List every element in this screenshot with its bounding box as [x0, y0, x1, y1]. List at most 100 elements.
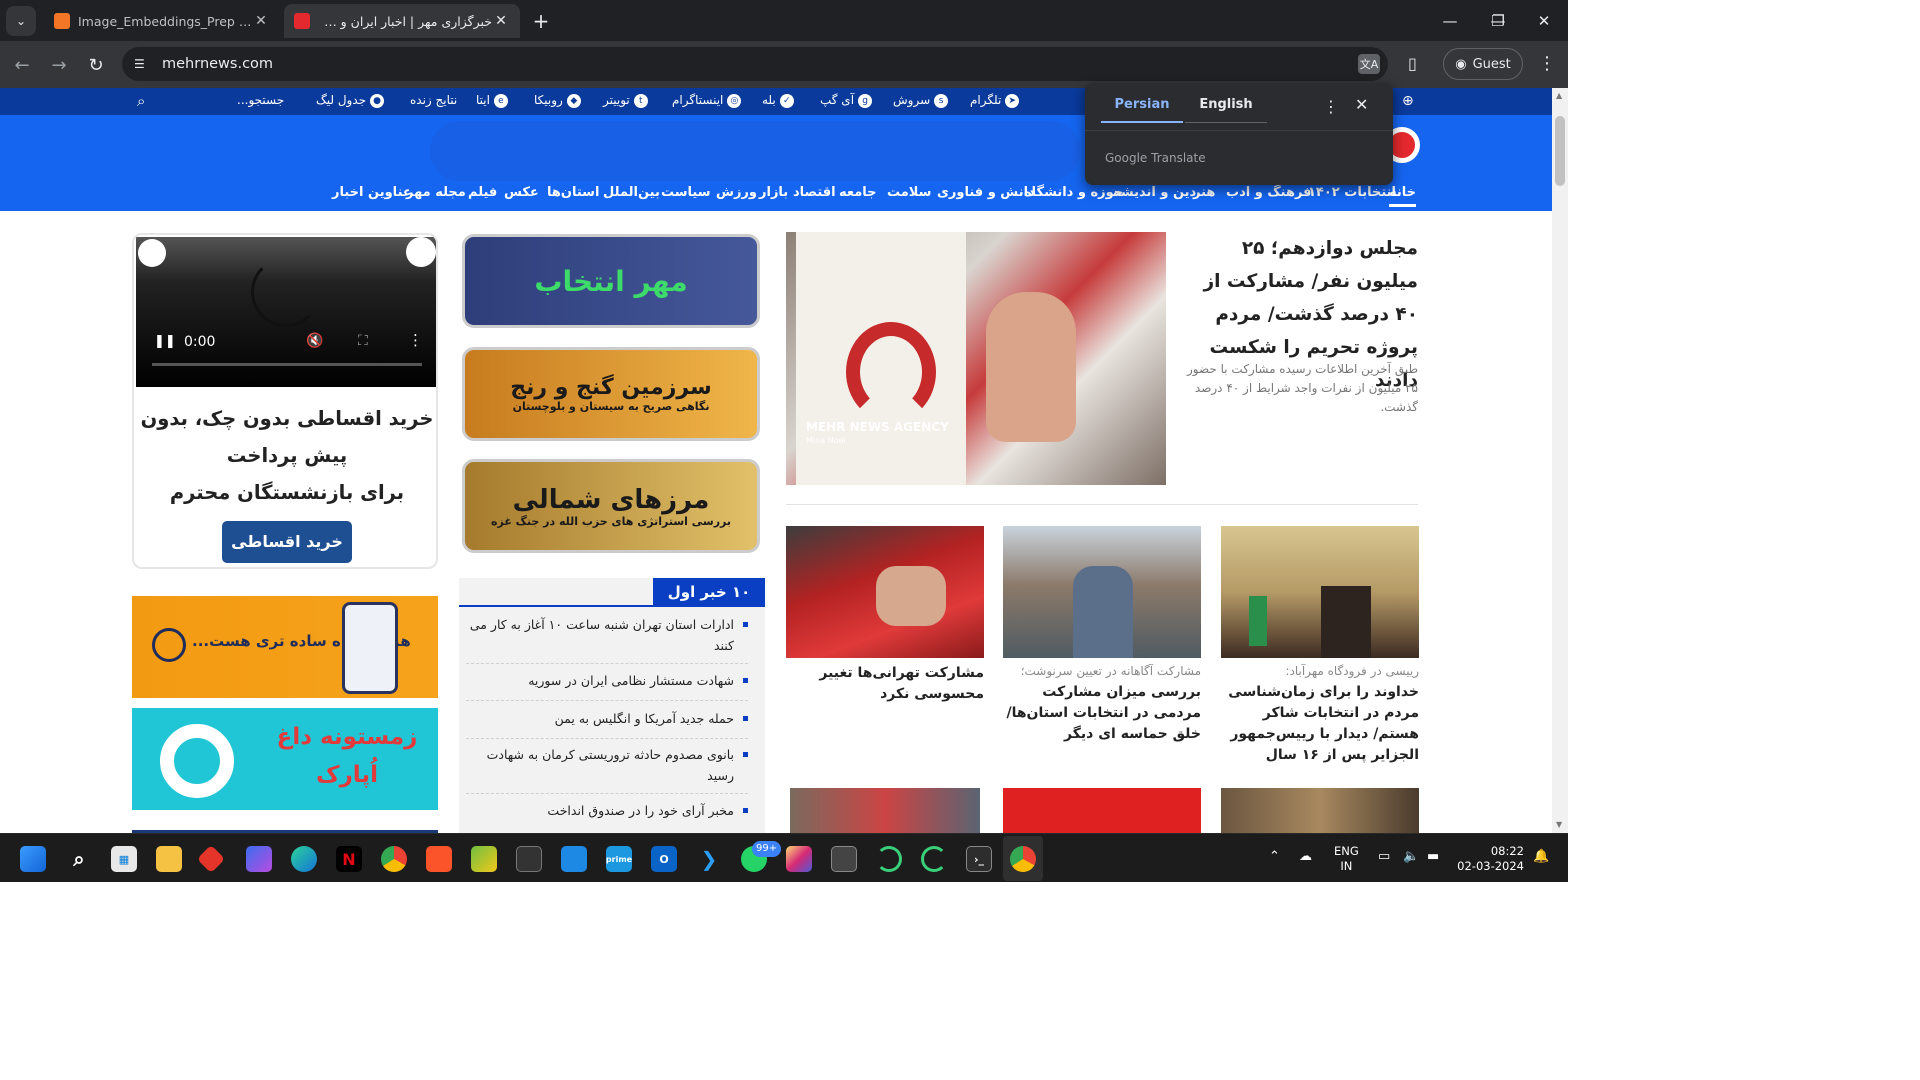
nav-item[interactable]: اقتصاد [793, 185, 836, 200]
more-options-icon[interactable]: ⋮ [1323, 97, 1339, 116]
nav-item[interactable]: عناوین اخبار [332, 185, 412, 200]
news-card-image[interactable] [1221, 526, 1419, 658]
top-news-item[interactable]: بانوی مصدوم حادثه تروریستی کرمان به شهاد… [466, 744, 748, 786]
pause-icon[interactable]: ❚❚ [154, 334, 176, 349]
language-tab-english[interactable]: English [1185, 97, 1267, 123]
nav-item[interactable]: عکس [504, 185, 539, 200]
video-ad[interactable]: ❚❚ 0:00 🔇 ⛶ ⋮ خرید اقساطی بدون چک، بدون … [132, 233, 438, 569]
app-icon[interactable] [561, 846, 587, 872]
app-icon[interactable] [196, 844, 226, 874]
news-thumbnail[interactable] [790, 788, 980, 833]
close-icon[interactable]: ✕ [1355, 95, 1368, 114]
network-icon[interactable]: ▭ [1378, 849, 1390, 864]
news-thumbnail[interactable] [1003, 788, 1201, 833]
social-igap[interactable]: gآی گپ [820, 93, 873, 108]
forward-button[interactable]: → [45, 51, 73, 79]
start-icon[interactable] [20, 846, 46, 872]
nav-item[interactable]: بازار [759, 185, 788, 200]
search-icon[interactable]: ⌕ [137, 92, 145, 110]
nav-item-home[interactable]: خانه [1389, 185, 1417, 207]
globe-icon[interactable]: ⊕ [1402, 93, 1414, 109]
nav-item[interactable]: بین‌الملل [603, 185, 660, 200]
side-panel-icon[interactable]: ▯ [1408, 54, 1417, 73]
instagram-icon[interactable] [786, 846, 812, 872]
news-card-image[interactable] [786, 526, 984, 658]
app-icon[interactable] [921, 846, 947, 872]
social-telegram[interactable]: ➤تلگرام [970, 93, 1020, 108]
site-info-icon[interactable]: ☰ [134, 57, 150, 71]
outlook-icon[interactable]: O [651, 846, 677, 872]
url-text[interactable]: mehrnews.com [162, 56, 273, 72]
nav-item[interactable]: دین و اندیشه [1113, 185, 1196, 200]
language-indicator[interactable]: ENG IN [1334, 844, 1359, 874]
installment-buy-button[interactable]: خرید اقساطی [222, 521, 352, 563]
chrome-icon[interactable] [1010, 846, 1036, 872]
mute-icon[interactable]: 🔇 [306, 333, 323, 349]
back-button[interactable]: ← [8, 51, 36, 79]
nav-item[interactable]: فیلم [468, 185, 497, 200]
nav-item[interactable]: دانش و فناوری [937, 185, 1035, 200]
chrome-icon[interactable] [381, 846, 407, 872]
terminal-icon[interactable]: ›_ [966, 846, 992, 872]
nav-item[interactable]: سیاست [661, 185, 711, 200]
scrollbar-thumb[interactable] [1555, 116, 1565, 186]
social-soroush[interactable]: sسروش [893, 93, 949, 108]
social-instagram[interactable]: ◎اینستاگرام [672, 93, 742, 108]
top-news-item[interactable]: شهادت مستشار نظامی ایران در سوریه [466, 670, 748, 691]
news-card-title[interactable]: خداوند را برای زمان‌شناسی مردم در انتخاب… [1221, 682, 1419, 766]
scroll-down-icon[interactable]: ▼ [1556, 820, 1562, 829]
scroll-up-icon[interactable]: ▲ [1556, 91, 1562, 100]
netflix-icon[interactable]: N [336, 846, 362, 872]
nav-item[interactable]: انتخابات ۱۴۰۲ [1308, 185, 1396, 200]
opark-ad[interactable]: زمستونه داغ اُپارک [132, 708, 438, 810]
close-window-button[interactable]: ✕ [1520, 0, 1568, 41]
app-icon[interactable] [246, 846, 272, 872]
banner-northern-borders[interactable]: مرزهای شمالی بررسی استراتژی های حزب الله… [462, 459, 760, 553]
tab-close-icon[interactable]: ✕ [252, 13, 270, 29]
tab-search-button[interactable]: ⌄ [6, 6, 36, 36]
tab-mehrnews[interactable]: خبرگزاری مهر | اخبار ایران و جهان ✕ [284, 4, 520, 38]
app-icon[interactable] [831, 846, 857, 872]
nav-item[interactable]: حوزه و دانشگاه [1024, 185, 1123, 200]
news-thumbnail[interactable] [1221, 788, 1419, 833]
more-options-icon[interactable]: ⋮ [408, 331, 423, 349]
edge-icon[interactable] [291, 846, 317, 872]
banner-election[interactable]: مهر انتخاب [462, 234, 760, 328]
page-scrollbar[interactable]: ▲ ▼ [1552, 88, 1568, 833]
nav-item[interactable]: استان‌ها [547, 185, 599, 200]
translate-icon[interactable]: 文A [1358, 54, 1380, 74]
new-tab-button[interactable]: + [528, 8, 554, 34]
system-clock[interactable]: 08:22 02-03-2024 [1456, 844, 1524, 874]
file-explorer-icon[interactable] [156, 846, 182, 872]
video-player[interactable]: ❚❚ 0:00 🔇 ⛶ ⋮ [136, 237, 436, 387]
top-news-item[interactable]: مخبر آرای خود را در صندوق انداخت [466, 800, 748, 821]
onedrive-icon[interactable]: ☁ [1299, 849, 1312, 864]
fullscreen-icon[interactable]: ⛶ [358, 333, 368, 349]
battery-icon[interactable]: ▬ [1427, 849, 1439, 864]
search-input[interactable]: جستجو... [237, 93, 284, 107]
search-icon[interactable]: ⌕ [66, 846, 92, 872]
minimize-window-icon[interactable]: — [1426, 0, 1474, 41]
nav-item[interactable]: مجله مهر [406, 185, 466, 200]
show-hidden-icons-icon[interactable]: ⌃ [1269, 849, 1280, 864]
volume-icon[interactable]: 🔈 [1403, 849, 1419, 864]
social-eitaa[interactable]: eایتا [476, 93, 508, 108]
news-card-title[interactable]: بررسی میزان مشارکت مردمی در انتخابات است… [1003, 682, 1201, 745]
microsoft-store-icon[interactable]: ▦ [111, 846, 137, 872]
live-results-link[interactable]: نتایج زنده [410, 93, 457, 107]
brave-icon[interactable] [426, 846, 452, 872]
social-twitter[interactable]: tتوییتر [603, 93, 648, 108]
lead-story-image[interactable]: MEHR NEWS AGENCY Mina Noei [786, 232, 1166, 485]
video-progress[interactable] [152, 363, 422, 366]
league-table-link[interactable]: ●جدول لیگ [316, 93, 385, 108]
top-news-item[interactable]: ادارات استان تهران شنبه ساعت ۱۰ آغاز به … [466, 614, 748, 656]
terminal-icon[interactable] [516, 846, 542, 872]
app-icon[interactable] [876, 846, 902, 872]
profile-button[interactable]: ◉ Guest [1443, 48, 1523, 80]
nav-item[interactable]: ورزش [716, 185, 757, 200]
language-tab-persian[interactable]: Persian [1101, 97, 1183, 123]
social-rubika[interactable]: ◆روبیکا [534, 93, 581, 108]
chrome-menu-icon[interactable]: ⋮ [1538, 53, 1556, 74]
restore-window-icon[interactable]: ❐ [1474, 0, 1522, 41]
insurance-ad[interactable]: همیشه راه ساده تری هست... [132, 596, 438, 698]
